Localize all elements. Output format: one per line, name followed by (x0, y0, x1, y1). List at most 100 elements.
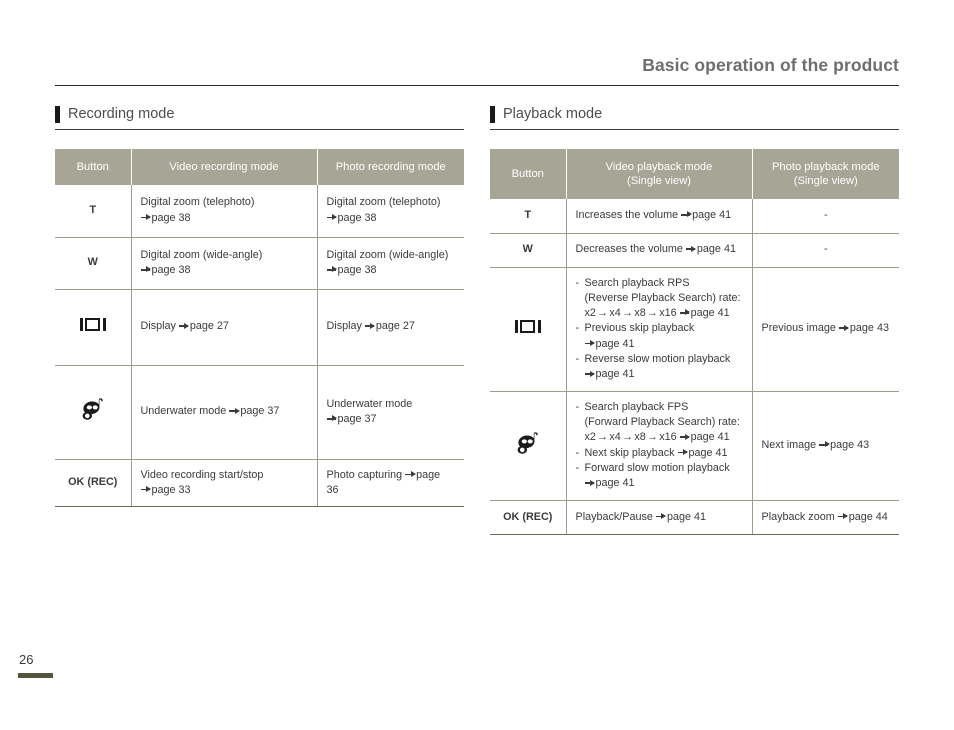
recording-mode-column: Recording mode Button Video recording mo… (55, 106, 464, 535)
cell-video-reverse-playback: Search playback RPS (Reverse Playback Se… (566, 267, 753, 392)
page-reference-arrow-icon (178, 321, 190, 330)
page-ref: page 37 (240, 405, 280, 418)
page-ref: page 41 (692, 209, 732, 222)
cell-video-decrease-volume: Decreases the volume page 41 (566, 233, 753, 268)
text-line: (Reverse Playback Search) rate: (584, 291, 741, 304)
cell-photo-playback-zoom: Playback zoom page 44 (752, 500, 899, 535)
cell-video-record-start-stop: Video recording start/stop page 33 (131, 459, 318, 508)
table-row: Search playback FPS (Forward Playback Se… (490, 391, 899, 501)
table-header-row: Button Video playback mode (Single view)… (490, 149, 899, 199)
page-reference-arrow-icon (140, 265, 152, 274)
page-ref: page 38 (337, 264, 377, 276)
list-item: Reverse slow motion playback page 41 (576, 352, 743, 383)
page-reference-arrow-icon (584, 369, 596, 378)
text-line: Next image (761, 439, 817, 452)
button-display (490, 267, 567, 392)
page-ref: page 27 (189, 320, 229, 333)
cell-photo-wide-angle: Digital zoom (wide-angle) page 38 (317, 237, 464, 290)
rate-arrow-icon: → (622, 431, 633, 444)
rate-x16: x16 (659, 307, 677, 320)
text-line: (Forward Playback Search) rate: (584, 416, 740, 429)
page-title: Basic operation of the product (642, 55, 899, 75)
rate-sequence: x2 → x4 → x8 → x16 (585, 431, 680, 443)
cell-photo-next-image: Next image page 43 (752, 391, 899, 501)
section-heading-playback: Playback mode (490, 106, 899, 130)
list-item: Forward slow motion playback page 41 (576, 461, 743, 492)
page-ref: page 38 (151, 211, 191, 224)
page-reference-arrow-icon (677, 448, 689, 457)
page-number: 26 (19, 652, 34, 667)
section-accent-bar (55, 106, 60, 123)
text-line: Previous image (761, 322, 836, 335)
table-row: Display page 27 Display page 27 (55, 289, 464, 366)
display-button-icon (79, 317, 106, 331)
page-ref: page 41 (690, 431, 730, 444)
page-ref: page 43 (849, 322, 889, 335)
cell-photo-previous-image: Previous image page 43 (752, 267, 899, 392)
page-ref: page 41 (595, 368, 635, 381)
display-button-icon (514, 319, 541, 333)
button-label-ok-rec: OK (REC) (490, 500, 567, 535)
page-reference-arrow-icon (326, 213, 338, 222)
header-photo-recording-mode: Photo recording mode (316, 149, 464, 185)
page-ref: page 41 (688, 446, 728, 459)
page-reference-arrow-icon (140, 485, 152, 494)
page-reference-arrow-icon (679, 308, 691, 317)
page-reference-arrow-icon (140, 213, 152, 222)
page-ref: page 41 (666, 510, 706, 523)
button-label-t: T (55, 185, 132, 238)
text-line: Photo capturing (326, 468, 403, 481)
page-reference-arrow-icon (229, 406, 240, 415)
cell-photo-none: - (752, 199, 899, 234)
page-reference-arrow-icon (584, 339, 596, 348)
cell-photo-underwater: Underwater mode page 37 (317, 365, 464, 460)
cell-video-telephoto: Digital zoom (telephoto) page 38 (131, 185, 318, 238)
rate-x4: x4 (609, 431, 621, 444)
page-ref: page 41 (595, 477, 635, 490)
text-line: Search playback RPS (584, 276, 690, 289)
text-line: Digital zoom (telephoto) (140, 196, 255, 209)
text-line: Digital zoom (telephoto) (326, 196, 441, 209)
page-reference-arrow-icon (405, 470, 416, 479)
section-heading-recording: Recording mode (55, 106, 464, 130)
header-photo-playback-mode: Photo playback mode (Single view) (751, 149, 899, 199)
cell-video-wide-angle: Digital zoom (wide-angle) page 38 (131, 237, 318, 290)
rate-x4: x4 (609, 307, 621, 320)
table-row: OK (REC) Video recording start/stop page… (55, 459, 464, 508)
text-line: Display (326, 320, 362, 333)
text-line: Underwater mode (326, 397, 413, 410)
header-button: Button (490, 149, 566, 199)
page-ref: page 43 (830, 439, 870, 452)
text-line: Increases the volume (575, 209, 679, 222)
cell-video-display: Display page 27 (131, 289, 318, 366)
page-reference-arrow-icon (364, 321, 376, 330)
page-reference-arrow-icon (837, 512, 849, 521)
cell-photo-none: - (752, 233, 899, 268)
table-row: T Digital zoom (telephoto) page 38 Digit… (55, 185, 464, 238)
rate-arrow-icon: → (622, 307, 633, 320)
header-line-2: (Single view) (626, 175, 692, 187)
header-video-recording-mode: Video recording mode (130, 149, 317, 185)
table-header-row: Button Video recording mode Photo record… (55, 149, 464, 185)
table-row: T Increases the volume page 41 - (490, 199, 899, 234)
header-divider (55, 85, 899, 86)
page-ref: page 33 (151, 483, 191, 496)
table-row: W Decreases the volume page 41 - (490, 233, 899, 268)
button-label-t: T (490, 199, 567, 234)
footer-accent-bar (18, 673, 53, 678)
page-header: Basic operation of the product (55, 55, 899, 86)
rate-arrow-icon: → (597, 307, 608, 320)
page-reference-arrow-icon (326, 265, 338, 274)
button-label-ok-rec: OK (REC) (55, 459, 132, 508)
text-line: Display (140, 320, 176, 333)
playback-mode-table: Button Video playback mode (Single view)… (490, 149, 899, 535)
cell-video-underwater: Underwater mode page 37 (131, 365, 318, 460)
table-row: Underwater mode page 37 Underwater mode … (55, 365, 464, 460)
text-line: Reverse slow motion playback (584, 353, 731, 366)
text-line: Decreases the volume (575, 243, 683, 256)
rate-x8: x8 (634, 307, 646, 320)
button-display (55, 289, 132, 366)
list-item: Previous skip playback page 41 (576, 321, 743, 352)
section-title-recording: Recording mode (68, 106, 175, 123)
page-ref: page 27 (375, 320, 415, 333)
